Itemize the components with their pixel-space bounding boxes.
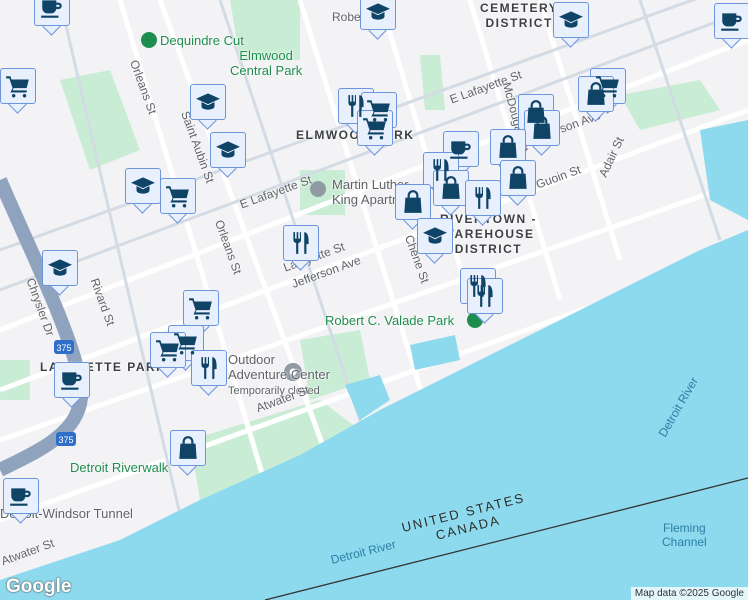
marker-box xyxy=(283,225,319,261)
marker-box xyxy=(42,250,78,286)
map-attribution[interactable]: Map data ©2025 Google xyxy=(630,587,748,600)
marker-box xyxy=(170,430,206,466)
shopping-cart-icon xyxy=(362,115,388,141)
restaurant-marker[interactable] xyxy=(283,225,319,271)
marker-box xyxy=(160,178,196,214)
shopping-bag-marker[interactable] xyxy=(433,170,469,216)
graduation-cap-marker[interactable] xyxy=(125,168,161,214)
svg-text:375: 375 xyxy=(58,435,73,445)
marker-box xyxy=(191,350,227,386)
coffee-icon xyxy=(59,367,85,393)
label-fleming-channel: Fleming Channel xyxy=(662,521,707,549)
shopping-cart-icon xyxy=(5,73,31,99)
marker-box xyxy=(210,132,246,168)
graduation-cap-icon xyxy=(47,255,73,281)
shopping-bag-marker[interactable] xyxy=(500,160,536,206)
shopping-bag-icon xyxy=(495,134,521,160)
marker-box xyxy=(490,129,526,165)
coffee-icon xyxy=(39,0,65,21)
marker-box xyxy=(54,362,90,398)
svg-text:375: 375 xyxy=(56,343,71,353)
shopping-bag-icon xyxy=(438,175,464,201)
graduation-cap-marker[interactable] xyxy=(553,2,589,48)
label-valade-park: Robert C. Valade Park xyxy=(325,313,455,328)
shopping-bag-icon xyxy=(529,115,555,141)
restaurant-icon xyxy=(470,185,496,211)
marker-box xyxy=(190,84,226,120)
marker-box xyxy=(183,290,219,326)
park-pin-icon xyxy=(141,32,157,48)
graduation-cap-marker[interactable] xyxy=(360,0,396,40)
marker-box xyxy=(125,168,161,204)
coffee-marker[interactable] xyxy=(3,478,39,524)
label-dequindre-cut: Dequindre Cut xyxy=(160,33,244,48)
coffee-marker[interactable] xyxy=(54,362,90,408)
shopping-bag-icon xyxy=(583,81,609,107)
restaurant-marker[interactable] xyxy=(191,350,227,396)
shopping-bag-icon xyxy=(505,165,531,191)
shopping-cart-icon xyxy=(165,183,191,209)
graduation-cap-marker[interactable] xyxy=(210,132,246,178)
shopping-cart-marker[interactable] xyxy=(150,332,186,378)
label-detroit-riverwalk: Detroit Riverwalk xyxy=(70,460,169,475)
graduation-cap-icon xyxy=(195,89,221,115)
google-logo: Google xyxy=(6,576,72,597)
shopping-bag-marker[interactable] xyxy=(170,430,206,476)
shopping-bag-marker[interactable] xyxy=(524,110,560,156)
graduation-cap-marker[interactable] xyxy=(190,84,226,130)
marker-box xyxy=(417,218,453,254)
graduation-cap-icon xyxy=(215,137,241,163)
marker-box xyxy=(465,180,501,216)
marker-box xyxy=(395,184,431,220)
marker-box xyxy=(467,278,503,314)
marker-box xyxy=(150,332,186,368)
coffee-marker[interactable] xyxy=(34,0,70,36)
graduation-cap-icon xyxy=(558,7,584,33)
shopping-bag-icon xyxy=(175,435,201,461)
graduation-cap-icon xyxy=(130,173,156,199)
restaurant-marker[interactable] xyxy=(467,278,503,324)
shopping-cart-marker[interactable] xyxy=(0,68,36,114)
graduation-cap-icon xyxy=(422,223,448,249)
marker-box xyxy=(714,3,748,39)
marker-box xyxy=(524,110,560,146)
shopping-cart-marker[interactable] xyxy=(160,178,196,224)
marker-box xyxy=(360,0,396,30)
marker-box xyxy=(357,110,393,146)
marker-box xyxy=(500,160,536,196)
marker-box xyxy=(0,68,36,104)
marker-box xyxy=(34,0,70,26)
marker-box xyxy=(433,170,469,206)
graduation-cap-marker[interactable] xyxy=(417,218,453,264)
graduation-cap-icon xyxy=(365,0,391,25)
shopping-cart-icon xyxy=(188,295,214,321)
label-elmwood-central-park: Elmwood Central Park xyxy=(230,48,303,78)
restaurant-icon xyxy=(288,230,314,256)
label-outdoor-center: Outdoor Adventure Center Temporarily close… xyxy=(228,352,330,397)
marker-box xyxy=(553,2,589,38)
label-cemetery-district: CEMETERY DISTRICT xyxy=(480,1,559,30)
coffee-icon xyxy=(719,8,745,34)
coffee-marker[interactable] xyxy=(714,3,748,49)
coffee-icon xyxy=(8,483,34,509)
shopping-bag-icon xyxy=(400,189,426,215)
restaurant-marker[interactable] xyxy=(465,180,501,226)
marker-box xyxy=(3,478,39,514)
shopping-cart-icon xyxy=(155,337,181,363)
marker-box xyxy=(578,76,614,112)
restaurant-icon xyxy=(472,283,498,309)
restaurant-icon xyxy=(196,355,222,381)
shopping-bag-marker[interactable] xyxy=(578,76,614,122)
graduation-cap-marker[interactable] xyxy=(42,250,78,296)
shopping-cart-marker[interactable] xyxy=(357,110,393,156)
